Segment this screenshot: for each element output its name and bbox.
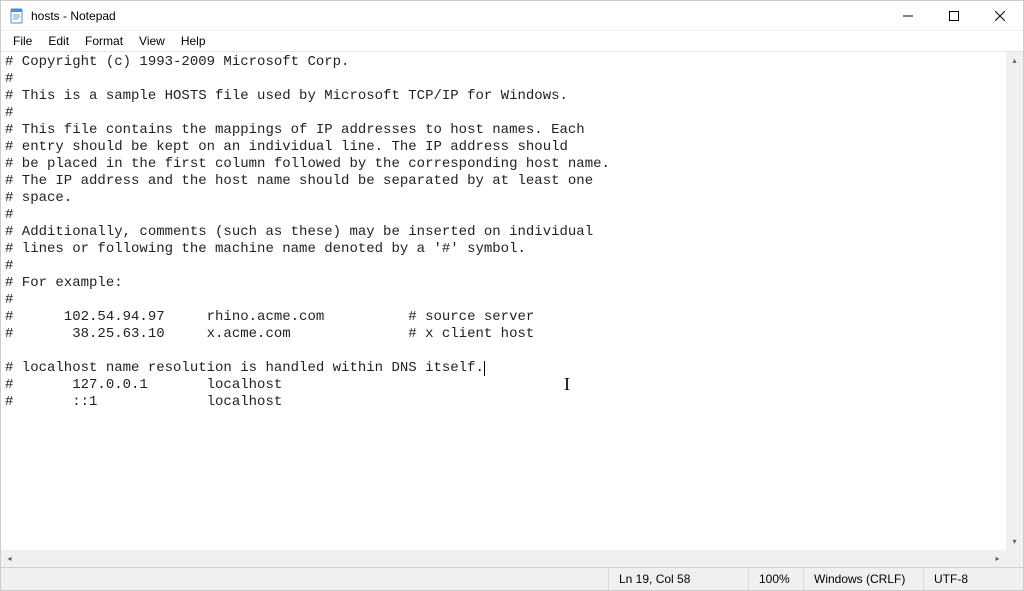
menu-help[interactable]: Help xyxy=(173,32,214,50)
editor-area: # Copyright (c) 1993-2009 Microsoft Corp… xyxy=(1,51,1023,567)
vertical-scrollbar[interactable]: ▴ ▾ xyxy=(1006,52,1023,550)
status-line-ending: Windows (CRLF) xyxy=(803,568,923,590)
close-button[interactable] xyxy=(977,1,1023,30)
editor-content-head: # Copyright (c) 1993-2009 Microsoft Corp… xyxy=(5,54,610,376)
minimize-button[interactable] xyxy=(885,1,931,30)
text-editor[interactable]: # Copyright (c) 1993-2009 Microsoft Corp… xyxy=(1,52,1006,550)
maximize-button[interactable] xyxy=(931,1,977,30)
scroll-corner xyxy=(1006,550,1023,567)
scroll-right-icon[interactable]: ▸ xyxy=(989,550,1006,567)
status-encoding: UTF-8 xyxy=(923,568,1023,590)
horizontal-scrollbar[interactable]: ◂ ▸ xyxy=(1,550,1006,567)
status-spacer xyxy=(1,568,608,590)
menu-view[interactable]: View xyxy=(131,32,173,50)
menu-file[interactable]: File xyxy=(5,32,40,50)
scroll-up-icon[interactable]: ▴ xyxy=(1006,52,1023,69)
status-position: Ln 19, Col 58 xyxy=(608,568,748,590)
window-controls xyxy=(885,1,1023,30)
text-caret xyxy=(484,361,485,376)
scroll-down-icon[interactable]: ▾ xyxy=(1006,533,1023,550)
scroll-left-icon[interactable]: ◂ xyxy=(1,550,18,567)
menu-format[interactable]: Format xyxy=(77,32,131,50)
title-bar: hosts - Notepad xyxy=(1,1,1023,31)
window-title: hosts - Notepad xyxy=(31,9,116,23)
notepad-window: hosts - Notepad File Edit Format View He… xyxy=(0,0,1024,591)
notepad-icon xyxy=(9,8,25,24)
menu-edit[interactable]: Edit xyxy=(40,32,77,50)
status-bar: Ln 19, Col 58 100% Windows (CRLF) UTF-8 xyxy=(1,567,1023,590)
editor-content-tail: # 127.0.0.1 localhost # ::1 localhost xyxy=(5,377,282,410)
status-zoom: 100% xyxy=(748,568,803,590)
menu-bar: File Edit Format View Help xyxy=(1,31,1023,51)
